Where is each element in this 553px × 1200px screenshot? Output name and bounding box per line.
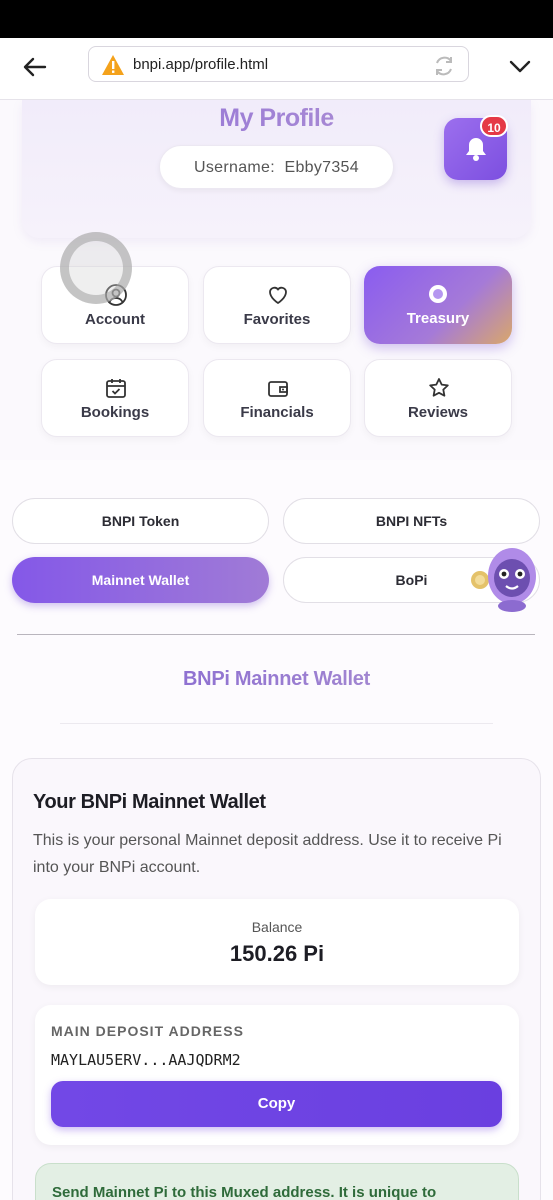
warning-icon xyxy=(101,54,125,76)
balance-label: Balance xyxy=(251,919,303,935)
tab-bnpi-nfts[interactable]: BNPI NFTs xyxy=(283,498,540,544)
muxed-address-notice: Send Mainnet Pi to this Muxed address. I… xyxy=(35,1163,519,1200)
calendar-icon xyxy=(106,379,126,398)
deposit-address-box: MAIN DEPOSIT ADDRESS MAYLAU5ERV...AAJQDR… xyxy=(35,1005,519,1145)
username-value: Ebby7354 xyxy=(284,159,359,176)
card-title: Your BNPi Mainnet Wallet xyxy=(33,791,266,813)
deposit-address-value[interactable]: MAYLAU5ERV...AAJQDRM2 xyxy=(51,1051,241,1069)
menu-treasury[interactable]: Treasury xyxy=(364,266,512,344)
menu-financials[interactable]: Financials xyxy=(203,359,351,437)
menu-label: Favorites xyxy=(243,311,311,328)
username-pill: Username: Ebby7354 xyxy=(159,145,394,189)
circle-icon xyxy=(429,285,447,303)
tab-bnpi-token[interactable]: BNPI Token xyxy=(12,498,269,544)
tab-mainnet-wallet[interactable]: Mainnet Wallet xyxy=(12,557,269,603)
bell-icon xyxy=(466,138,486,161)
loading-spinner xyxy=(60,232,132,304)
chevron-down-icon[interactable] xyxy=(506,52,534,80)
section-title: BNPi Mainnet Wallet xyxy=(0,668,553,691)
balance-box: Balance 150.26 Pi xyxy=(35,899,519,985)
copy-button[interactable]: Copy xyxy=(51,1081,502,1127)
deposit-address-label: MAIN DEPOSIT ADDRESS xyxy=(51,1023,244,1039)
username-label: Username: xyxy=(194,159,275,176)
star-icon xyxy=(429,378,449,397)
card-description: This is your personal Mainnet deposit ad… xyxy=(33,832,502,876)
wallet-icon xyxy=(268,381,288,397)
url-text: bnpi.app/profile.html xyxy=(133,56,269,73)
divider xyxy=(60,723,493,724)
menu-label: Reviews xyxy=(407,404,469,421)
browser-toolbar: bnpi.app/profile.html xyxy=(0,38,553,100)
menu-bookings[interactable]: Bookings xyxy=(41,359,189,437)
menu-label: Financials xyxy=(240,404,314,421)
menu-label: Treasury xyxy=(406,310,470,327)
reload-icon[interactable] xyxy=(432,54,456,78)
wallet-card: Your BNPi Mainnet Wallet This is your pe… xyxy=(12,758,541,1200)
back-arrow-icon[interactable] xyxy=(20,52,50,82)
page-content: My Profile Username: Ebby7354 10 Account… xyxy=(0,100,553,1200)
divider xyxy=(17,634,535,635)
mascot-icon[interactable] xyxy=(468,540,542,614)
notifications-button[interactable]: 10 xyxy=(444,115,508,180)
menu-reviews[interactable]: Reviews xyxy=(364,359,512,437)
status-bar xyxy=(0,0,553,38)
notice-text: Send Mainnet Pi to this Muxed address. I… xyxy=(52,1184,437,1200)
heart-icon xyxy=(269,286,287,305)
menu-favorites[interactable]: Favorites xyxy=(203,266,351,344)
notification-badge: 10 xyxy=(480,115,508,137)
menu-label: Account xyxy=(85,311,145,328)
menu-label: Bookings xyxy=(80,404,150,421)
address-bar[interactable]: bnpi.app/profile.html xyxy=(88,46,469,82)
balance-value: 150.26 Pi xyxy=(229,941,325,966)
